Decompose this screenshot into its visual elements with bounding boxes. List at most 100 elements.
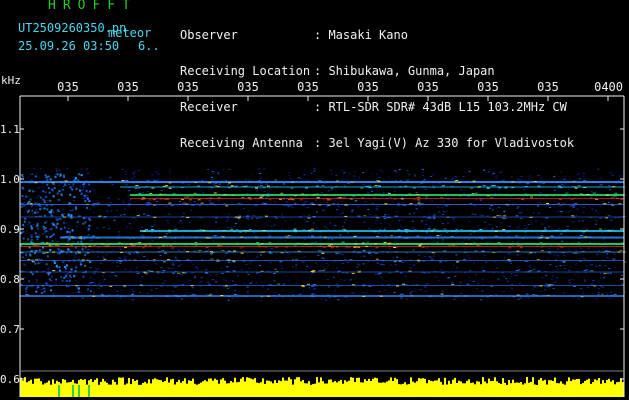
amplitude-bar [474, 384, 476, 397]
band-speck [424, 195, 428, 197]
noise-speck [52, 183, 55, 186]
noise-speck [583, 257, 585, 259]
band-speck [214, 185, 218, 187]
y-unit-label: kHz [1, 74, 21, 87]
band-speck [366, 241, 370, 243]
band-speck [168, 187, 172, 189]
band-speck [312, 271, 316, 273]
band-speck [213, 204, 217, 206]
amplitude-bar [252, 379, 254, 397]
noise-speck [450, 178, 453, 180]
noise-speck [35, 173, 38, 175]
band-speck [579, 193, 583, 195]
noise-speck [59, 173, 62, 176]
noise-speck [392, 256, 395, 258]
band-speck [108, 243, 112, 245]
band-speck [208, 259, 212, 261]
noise-speck [220, 268, 223, 270]
noise-speck [585, 265, 588, 267]
band-speck [610, 203, 614, 205]
noise-speck [595, 265, 598, 267]
noise-speck [446, 211, 448, 213]
amplitude-bar [312, 384, 314, 397]
band-speck [612, 186, 616, 188]
band-speck [182, 272, 185, 274]
noise-speck [80, 291, 83, 293]
noise-speck [537, 175, 540, 177]
band-speck [561, 252, 565, 253]
noise-speck [528, 266, 531, 268]
amplitude-bar [442, 384, 444, 397]
noise-speck [237, 249, 240, 251]
noise-speck [538, 212, 541, 214]
band-speck [339, 260, 342, 261]
band-speck [153, 180, 157, 182]
band-speck [444, 195, 447, 197]
noise-speck [31, 273, 34, 276]
band-speck [511, 181, 515, 183]
noise-speck [534, 189, 537, 191]
amplitude-bar [108, 384, 110, 397]
band-speck [140, 194, 143, 196]
noise-speck [109, 202, 112, 203]
noise-speck [446, 277, 449, 279]
band-speck [377, 193, 381, 195]
noise-speck [210, 254, 213, 256]
observer-label: Observer [180, 28, 238, 42]
band-speck [362, 284, 366, 286]
band-speck [188, 194, 192, 196]
noise-speck [49, 213, 52, 215]
noise-speck [401, 262, 404, 263]
noise-speck [67, 213, 70, 216]
band-speck [227, 187, 231, 189]
amplitude-bar [262, 378, 264, 397]
noise-speck [583, 172, 585, 174]
noise-speck [58, 266, 61, 269]
amplitude-bar [530, 381, 532, 397]
amplitude-bar [24, 377, 26, 397]
noise-speck [368, 227, 371, 229]
amplitude-bar [90, 379, 92, 397]
noise-speck [377, 281, 380, 283]
noise-speck [170, 262, 173, 264]
band-speck [25, 294, 29, 295]
band-speck [603, 237, 607, 239]
noise-speck [71, 209, 74, 211]
band-speck [463, 258, 467, 260]
band-speck [380, 195, 384, 197]
noise-speck [45, 195, 48, 198]
band-speck [116, 243, 120, 244]
noise-speck [460, 189, 463, 191]
amplitude-bar [52, 379, 54, 397]
noise-speck [503, 209, 506, 211]
band-speck [455, 180, 459, 181]
noise-speck [119, 297, 122, 299]
noise-speck [210, 170, 213, 172]
band-speck [287, 235, 291, 237]
band-speck [302, 181, 306, 183]
noise-speck [561, 184, 564, 185]
amplitude-bar [192, 378, 194, 397]
noise-speck [315, 227, 318, 229]
noise-speck [265, 183, 268, 185]
noise-speck [597, 293, 600, 295]
noise-speck [66, 264, 68, 267]
band-speck [34, 250, 38, 252]
band-speck [517, 244, 520, 246]
noise-speck [601, 287, 604, 288]
band-speck [405, 231, 409, 233]
band-speck [130, 243, 133, 245]
band-speck [48, 245, 52, 246]
noise-speck [156, 277, 159, 279]
amplitude-bar [510, 383, 512, 397]
noise-speck [351, 209, 354, 211]
noise-speck [106, 209, 109, 211]
band-speck [77, 258, 81, 260]
noise-speck [282, 183, 285, 185]
noise-speck [459, 281, 462, 283]
noise-speck [371, 188, 374, 190]
band-speck [148, 199, 152, 201]
noise-speck [354, 179, 357, 181]
noise-speck [322, 209, 325, 211]
noise-speck [580, 205, 583, 207]
